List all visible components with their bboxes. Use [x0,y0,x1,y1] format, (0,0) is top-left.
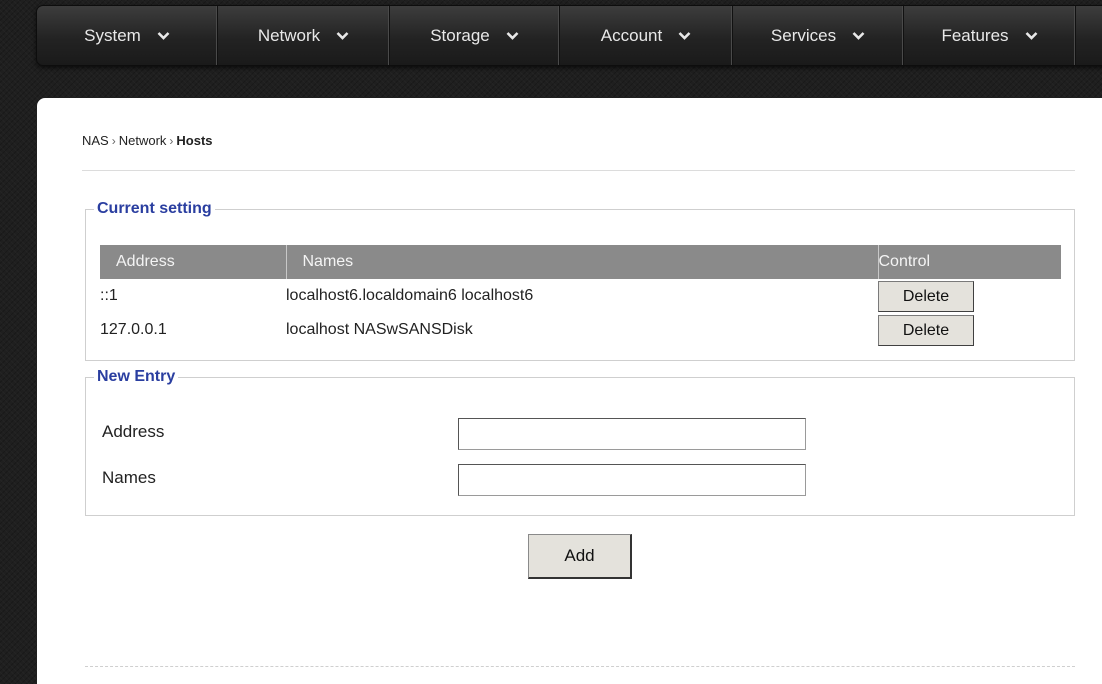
chevron-down-icon [852,29,865,42]
delete-button[interactable]: Delete [878,281,974,312]
names-input[interactable] [458,464,806,496]
nav-item-storage[interactable]: Storage [390,6,560,65]
nav-item-label: Features [941,25,1009,45]
nav-item-label: Network [257,25,321,45]
nav-item-services[interactable]: Services [733,6,904,65]
breadcrumb: NAS › Network › Hosts [82,133,213,148]
nav-item-system[interactable]: System [37,6,218,65]
nav-item-label: Storage [430,25,490,45]
nav-item-features[interactable]: Features [904,6,1076,65]
divider [82,170,1075,171]
nav-item-network[interactable]: Network [218,6,390,65]
names-label: Names [102,468,156,487]
hosts-table: Address Names Control ::1 localhost6.loc… [100,245,1061,347]
current-setting-fieldset: Current setting Address Names Control ::… [85,200,1075,361]
column-header-control: Control [878,245,1061,279]
cell-address: ::1 [100,287,118,304]
cell-control: Delete [878,313,1061,347]
nav-item-account[interactable]: Account [560,6,733,65]
cell-names: localhost NASwSANSDisk [286,321,473,338]
current-setting-legend: Current setting [97,200,212,217]
cell-control: Delete [878,279,1061,313]
table-row: ::1 localhost6.localdomain6 localhost6 D… [100,279,1061,313]
cell-address: 127.0.0.1 [100,321,167,338]
table-header-row: Address Names Control [100,245,1061,279]
chevron-down-icon [678,29,691,42]
column-header-names: Names [286,245,879,279]
nav-item-label: Services [770,25,837,45]
table-row: 127.0.0.1 localhost NASwSANSDisk Delete [100,313,1061,347]
address-input[interactable] [458,418,806,450]
chevron-down-icon [1025,29,1038,42]
new-entry-fieldset: New Entry Address Names [85,368,1075,516]
column-header-address: Address [100,245,287,279]
nav-item-label: System [84,25,141,45]
new-entry-legend: New Entry [97,368,176,385]
cell-names: localhost6.localdomain6 localhost6 [286,287,534,304]
divider [85,666,1075,667]
add-button[interactable]: Add [528,534,632,579]
nav-item-label: Account [600,25,663,45]
breadcrumb-separator: › [111,133,116,148]
chevron-down-icon [336,29,349,42]
address-label: Address [102,422,165,441]
breadcrumb-current: Hosts [176,133,213,148]
main-navbar: System Network Storage Account Services … [36,5,1102,66]
breadcrumb-item-nas[interactable]: NAS [82,133,109,148]
breadcrumb-item-network[interactable]: Network [119,133,167,148]
content-panel: NAS › Network › Hosts Current setting Ad… [37,98,1102,684]
delete-button[interactable]: Delete [878,315,974,346]
chevron-down-icon [506,29,519,42]
breadcrumb-separator: › [169,133,174,148]
chevron-down-icon [157,29,170,42]
